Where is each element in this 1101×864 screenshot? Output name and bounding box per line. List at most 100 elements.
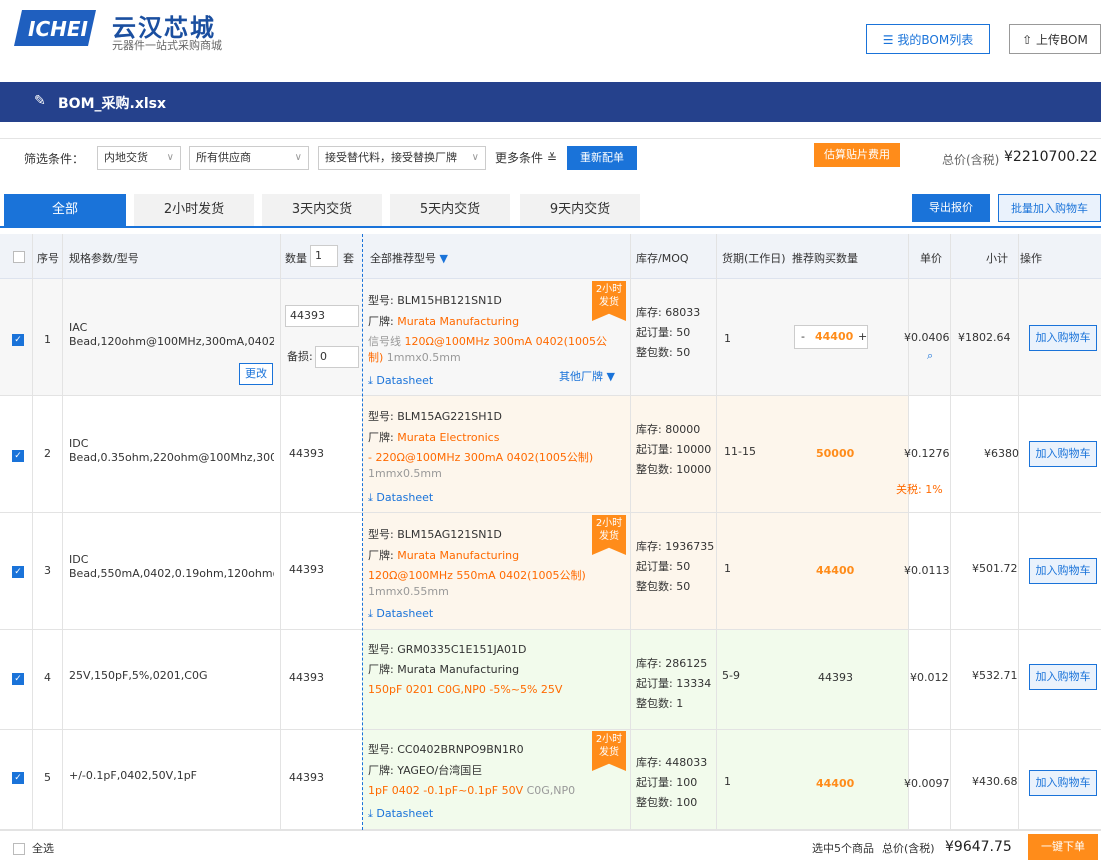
tabs-underline	[0, 226, 1101, 228]
footer-total-label: 总价(含税)	[882, 842, 935, 855]
suggested-qty: 44400	[816, 564, 855, 577]
suggested-qty: 44400	[816, 777, 855, 790]
col-divider	[630, 234, 631, 830]
tab-2h-ship[interactable]: 2小时发货	[134, 194, 254, 226]
unit-price: ¥0.012	[910, 671, 949, 684]
decrement-button[interactable]: -	[801, 329, 805, 345]
batch-add-cart-button[interactable]: 批量加入购物车	[998, 194, 1101, 222]
manufacturer: 厂牌: YAGEO/台湾国巨	[368, 764, 483, 777]
footer-total-value: ¥9647.75	[945, 839, 1012, 855]
export-quote-button[interactable]: 导出报价	[912, 194, 990, 222]
more-conditions-toggle[interactable]: 更多条件 ≚	[495, 149, 557, 166]
list-icon: ☰	[882, 33, 898, 47]
datasheet-link[interactable]: ⤓ Datasheet	[368, 373, 433, 389]
substitute-select[interactable]: 接受替代料，接受替换厂牌 ∨	[318, 146, 486, 170]
col-stock: 库存/MOQ	[636, 252, 689, 265]
add-to-cart-button[interactable]: 加入购物车	[1029, 558, 1097, 584]
recommend-divider	[362, 234, 363, 830]
add-to-cart-button[interactable]: 加入购物车	[1029, 441, 1097, 467]
row-index: 5	[44, 771, 51, 784]
stock: 库存: 68033	[636, 306, 701, 319]
col-op: 操作	[1020, 252, 1042, 265]
col-qty-label: 数量	[285, 252, 307, 265]
datasheet-link[interactable]: ⤓ Datasheet	[368, 490, 433, 506]
suggested-qty: 50000	[816, 447, 855, 460]
delivery-select[interactable]: 内地交货 ∨	[97, 146, 181, 170]
rematch-button[interactable]: 重新配单	[567, 146, 637, 170]
row-checkbox[interactable]: ✓	[12, 673, 24, 685]
col-divider	[32, 234, 33, 830]
row-checkbox[interactable]: ✓	[12, 566, 24, 578]
col-divider	[908, 234, 909, 830]
change-button[interactable]: 更改	[239, 363, 273, 385]
add-to-cart-button[interactable]: 加入购物车	[1029, 664, 1097, 690]
row-checkbox[interactable]: ✓	[12, 450, 24, 462]
qty-input[interactable]: 44393	[285, 305, 359, 327]
logo: ICHEI	[14, 10, 96, 46]
spec-line2: Bead,120ohm@100MHz,300mA,0402	[69, 335, 274, 348]
qty-value: 44393	[289, 771, 324, 784]
col-suggest: 推荐购买数量	[792, 252, 858, 265]
col-recommend[interactable]: 全部推荐型号 ▼	[370, 250, 448, 266]
stepper-value[interactable]: 44400	[815, 329, 853, 345]
quantity-stepper[interactable]: - 44400 +	[794, 325, 868, 349]
row-checkbox[interactable]: ✓	[12, 334, 24, 346]
set-qty-input[interactable]: 1	[310, 245, 338, 267]
stock: 库存: 448033	[636, 756, 708, 769]
increment-button[interactable]: +	[858, 329, 867, 345]
model-number: 型号: BLM15AG221SH1D	[368, 410, 502, 423]
total-price-value: ¥2210700.22	[1004, 149, 1098, 165]
upload-icon: ⇧	[1022, 33, 1037, 47]
select-all-label[interactable]: 全选	[32, 841, 54, 857]
qty-value: 44393	[289, 447, 324, 460]
row-checkbox[interactable]: ✓	[12, 772, 24, 784]
manufacturer: 厂牌: Murata Manufacturing	[368, 663, 520, 676]
upload-bom-button[interactable]: ⇧ 上传BOM	[1009, 24, 1101, 54]
search-icon[interactable]: ⌕	[927, 348, 933, 364]
tab-3day[interactable]: 3天内交货	[262, 194, 382, 226]
select-all-checkbox[interactable]	[13, 843, 25, 855]
col-divider	[950, 234, 951, 830]
row-index: 3	[44, 564, 51, 577]
one-click-order-button[interactable]: 一键下单	[1028, 834, 1098, 860]
qty-value: 44393	[289, 671, 324, 684]
stock: 库存: 286125	[636, 657, 708, 670]
lead-time: 1	[724, 332, 731, 345]
tab-5day[interactable]: 5天内交货	[390, 194, 510, 226]
datasheet-link[interactable]: ⤓ Datasheet	[368, 806, 433, 822]
datasheet-link[interactable]: ⤓ Datasheet	[368, 606, 433, 622]
svg-text:ICHEI: ICHEI	[28, 17, 89, 41]
header-checkbox[interactable]	[13, 251, 25, 263]
other-brand-dropdown[interactable]: 其他厂牌 ▼	[559, 369, 615, 385]
moq: 起订量: 100	[636, 776, 698, 789]
lead-time: 1	[724, 775, 731, 788]
suggested-qty: 44393	[818, 671, 853, 684]
supplier-select[interactable]: 所有供应商 ∨	[189, 146, 309, 170]
col-divider	[716, 234, 717, 830]
manufacturer: 厂牌: Murata Electronics	[368, 431, 500, 444]
spec-line1: +/-0.1pF,0402,50V,1pF	[69, 769, 198, 782]
caret-down-icon: ▼	[603, 370, 615, 383]
subtotal: ¥6380	[984, 447, 1019, 460]
my-bom-list-button[interactable]: ☰ 我的BOM列表	[866, 24, 990, 54]
unit-price: ¥0.0406	[904, 331, 950, 344]
col-subtotal: 小计	[986, 252, 1008, 265]
spare-input[interactable]: 0	[315, 346, 359, 368]
edit-pencil-icon[interactable]: ✎	[34, 93, 46, 109]
part-description: 150pF 0201 C0G,NP0 -5%~5% 25V	[368, 683, 563, 696]
add-to-cart-button[interactable]: 加入购物车	[1029, 325, 1097, 351]
spec-line2: Bead,550mA,0402,0.19ohm,120ohm@...	[69, 567, 274, 580]
unit-price: ¥0.0097	[904, 777, 950, 790]
moq: 起订量: 10000	[636, 443, 712, 456]
estimate-smt-fee-button[interactable]: 估算贴片费用	[814, 143, 900, 167]
lead-time: 1	[724, 562, 731, 575]
tab-all[interactable]: 全部	[4, 194, 126, 226]
part-description: 120Ω@100MHz 550mA 0402(1005公制) 1mmx0.55m…	[368, 569, 586, 598]
pack-qty: 整包数: 50	[636, 346, 691, 359]
row-index: 1	[44, 333, 51, 346]
unit-price: ¥0.0113	[904, 564, 950, 577]
chevron-down-icon: ∨	[294, 152, 302, 163]
tab-9day[interactable]: 9天内交货	[520, 194, 640, 226]
bom-title-bar: ✎ BOM_采购.xlsx	[0, 82, 1101, 122]
add-to-cart-button[interactable]: 加入购物车	[1029, 770, 1097, 796]
